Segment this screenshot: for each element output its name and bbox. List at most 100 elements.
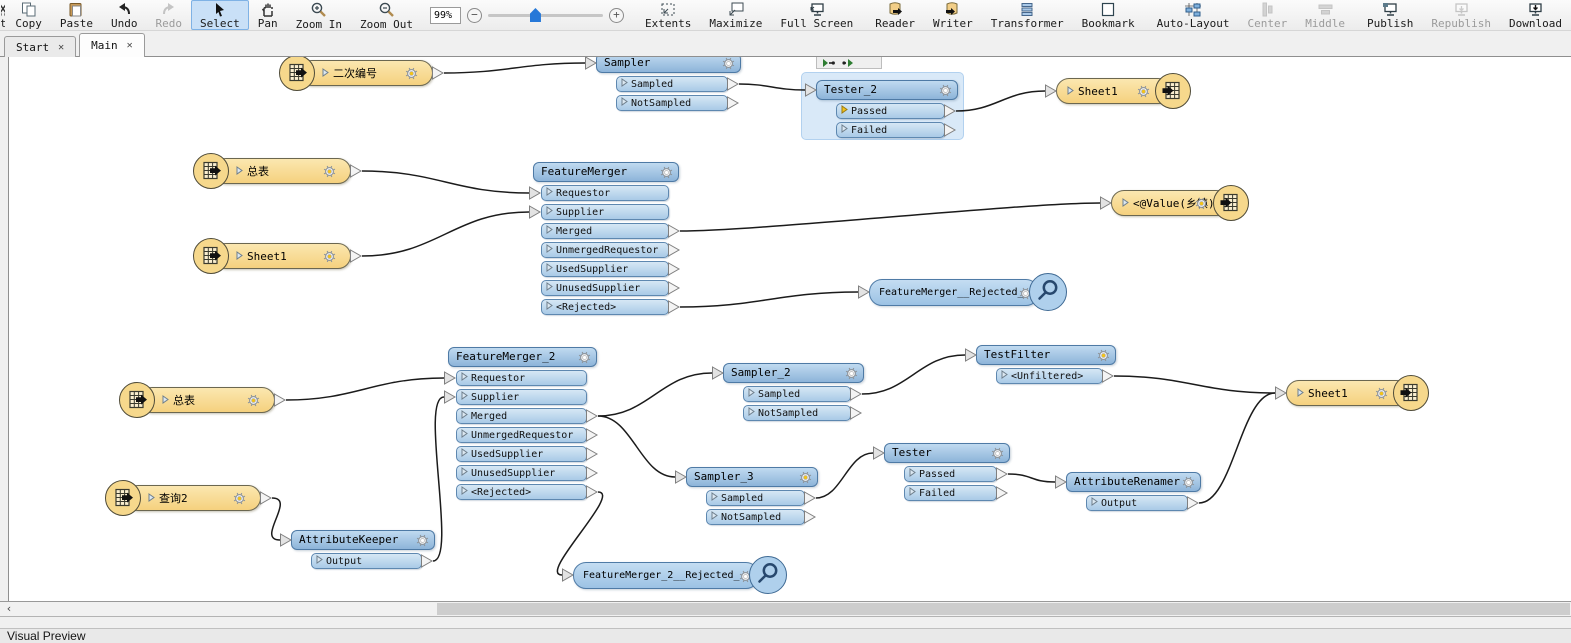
connection-reader_zb2-to-fm2[interactable] [286,378,444,400]
port-NotSampled[interactable]: NotSampled [743,405,851,421]
port-Failed[interactable]: Failed [904,485,997,501]
gear-icon[interactable] [1375,387,1388,403]
gear-icon[interactable] [1182,476,1195,495]
connection-fm2-to-sampler2[interactable] [598,373,712,416]
port-Rejected[interactable]: <Rejected> [456,484,587,500]
port-UnmergedRequestor[interactable]: UnmergedRequestor [541,242,669,258]
toolbar-button-extents[interactable]: Extents [636,0,700,30]
zoom-level-input[interactable] [430,7,461,24]
node-header[interactable]: AttributeKeeper [291,530,435,550]
port-output-arrow[interactable] [668,243,680,257]
zoom-decrease-button[interactable]: − [467,8,482,23]
node-pill[interactable]: Sheet1 [213,243,351,269]
port-output-arrow[interactable] [944,104,956,118]
collapse-triangle-icon[interactable] [236,250,243,263]
node-output-arrow[interactable] [350,164,362,178]
port-Merged[interactable]: Merged [456,408,587,424]
tab-start[interactable]: Start✕ [4,36,76,57]
node-header[interactable]: Sampler_2 [723,363,864,383]
port-UnmergedRequestor[interactable]: UnmergedRequestor [456,427,587,443]
node-pill[interactable]: <@Value(乡镇)> [1111,190,1229,216]
port-Sampled[interactable]: Sampled [616,76,728,92]
connection-reader_cx2-to-attrkeeper[interactable] [272,498,281,540]
gear-icon[interactable] [323,165,336,181]
node-header[interactable]: FeatureMerger [533,162,679,182]
gear-icon[interactable] [660,166,673,185]
port-output-arrow[interactable] [586,466,598,480]
gear-icon[interactable] [247,394,260,410]
node-input-arrow[interactable] [280,533,292,547]
node-pill[interactable]: 查询2 [125,485,261,511]
toolbar-button-paste[interactable]: Paste [51,0,102,30]
toolbar-button-undo[interactable]: Undo [102,0,147,30]
port-output-arrow[interactable] [668,262,680,276]
node-header[interactable]: Sampler [596,57,741,73]
port-Merged[interactable]: Merged [541,223,669,239]
node-quick-actions-toolbar[interactable] [816,57,882,69]
port-output-arrow[interactable] [1187,496,1199,510]
port-NotSampled[interactable]: NotSampled [706,509,805,525]
port-Requestor[interactable]: Requestor [456,370,587,386]
port-output-arrow[interactable] [421,554,433,568]
scrollbar-thumb[interactable] [437,603,1570,615]
collapse-triangle-icon[interactable] [148,492,155,505]
node-output-arrow[interactable] [432,66,444,80]
node-input-arrow[interactable] [562,568,574,582]
node-header[interactable]: FeatureMerger_2 [448,347,597,367]
node-pill[interactable]: 总表 [213,158,351,184]
close-icon[interactable]: ✕ [127,40,133,51]
reader-table-icon[interactable] [193,238,229,274]
port-output-arrow[interactable] [804,491,816,505]
toolbar-button-writer[interactable]: Writer [924,0,982,30]
port-Rejected[interactable]: <Rejected> [541,299,669,315]
workflow-canvas[interactable]: 二次编号SamplerSampledNotSampledTester_2Pass… [8,57,1571,601]
tab-main[interactable]: Main✕ [79,33,145,57]
node-output-arrow[interactable] [274,393,286,407]
port-UnusedSupplier[interactable]: UnusedSupplier [456,465,587,481]
port-output-arrow[interactable] [727,77,739,91]
port-UnusedSupplier[interactable]: UnusedSupplier [541,280,669,296]
port-Sampled[interactable]: Sampled [743,386,851,402]
toolbar-button-bookmark[interactable]: Bookmark [1073,0,1144,30]
port-Passed[interactable]: Passed [904,466,997,482]
gear-icon[interactable] [405,67,418,83]
port-output-arrow[interactable] [727,96,739,110]
node-pill[interactable]: 二次编号 [299,60,433,86]
toolbar-button-download[interactable]: Download [1500,0,1571,30]
connection-fm1-to-insp1[interactable] [680,292,858,307]
node-header[interactable]: Tester [884,443,1010,463]
zoom-slider-handle[interactable] [530,8,541,22]
port-output-arrow[interactable] [668,300,680,314]
port-Output[interactable]: Output [311,553,422,569]
gear-icon[interactable] [939,84,952,103]
run-to-node-icon[interactable] [822,57,835,72]
collapse-triangle-icon[interactable] [1122,197,1129,210]
gear-icon[interactable] [991,447,1004,466]
connection-reader_zb1-to-fm1[interactable] [362,171,529,193]
gear-icon[interactable] [578,351,591,370]
port-output-arrow[interactable] [850,387,862,401]
node-output-arrow[interactable] [260,491,272,505]
gear-icon[interactable] [416,534,429,553]
toolbar-button-full-screen[interactable]: Full Screen [771,0,862,30]
node-input-arrow[interactable] [675,470,687,484]
port-Failed[interactable]: Failed [836,122,945,138]
horizontal-scrollbar[interactable]: ‹ [0,601,1571,617]
port-Supplier[interactable]: Supplier [456,389,587,405]
collapse-triangle-icon[interactable] [1297,387,1304,400]
collapse-triangle-icon[interactable] [236,165,243,178]
port-output-arrow[interactable] [996,467,1008,481]
connection-sampler3-to-tester[interactable] [816,453,873,498]
node-input-arrow[interactable] [1045,84,1057,98]
port-output-arrow[interactable] [850,406,862,420]
connection-tester-to-attrrenamer[interactable] [1008,474,1055,482]
gear-icon[interactable] [323,250,336,266]
toolbar-button-maximize[interactable]: Maximize [700,0,771,30]
run-from-node-icon[interactable] [842,57,855,72]
port-output-arrow[interactable] [668,224,680,238]
node-input-arrow[interactable] [1100,196,1112,210]
collapse-triangle-icon[interactable] [322,67,329,80]
node-pill[interactable]: 总表 [139,387,275,413]
connection-fm2-to-sampler3[interactable] [598,416,675,477]
port-output-arrow[interactable] [668,281,680,295]
